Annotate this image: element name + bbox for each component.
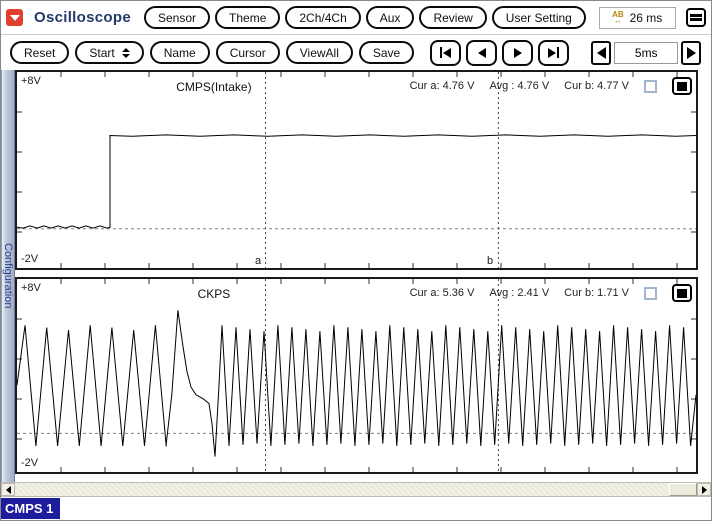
avg-readout: Avg : 4.76 V (489, 80, 550, 92)
header-toolbar: Oscilloscope Sensor Theme 2Ch/4Ch Aux Re… (1, 1, 711, 35)
user-setting-button[interactable]: User Setting (491, 6, 586, 29)
cmps-waveform-plot (17, 72, 696, 268)
ckps-waveform-plot (17, 279, 696, 472)
right-arrow-icon (686, 46, 696, 59)
black-square-icon (677, 288, 687, 298)
cursor-button[interactable]: Cursor (215, 41, 280, 64)
channel-plots: +8V -2V CMPS(Intake) Cur a: 4.76 V Avg :… (15, 70, 698, 482)
down-triangle-icon (9, 14, 20, 21)
left-arrow-icon (5, 485, 11, 494)
channel-readouts: Cur a: 5.36 V Avg : 2.41 V Cur b: 1.71 V (410, 284, 692, 302)
theme-button[interactable]: Theme (215, 6, 281, 29)
cursor-b-readout: Cur b: 4.77 V (564, 80, 629, 92)
scroll-left-button[interactable] (1, 483, 15, 496)
voltage-bottom-label: -2V (21, 457, 39, 469)
dataset-tab-cmps1[interactable]: CMPS 1 (1, 498, 61, 519)
cursor-a-readout: Cur a: 4.76 V (409, 80, 475, 92)
cursor-a-label[interactable]: a (255, 255, 261, 267)
step-back-button[interactable] (466, 39, 498, 66)
step-forward-button[interactable] (502, 39, 534, 66)
channel-readouts: Cur a: 4.76 V Avg : 4.76 V Cur b: 4.77 V (410, 77, 692, 95)
channel-active-button[interactable] (672, 77, 692, 95)
scrollbar-track[interactable] (15, 483, 697, 496)
channel-title: CKPS (197, 287, 231, 301)
cursor-b-readout: Cur b: 1.71 V (564, 287, 629, 299)
channel-checkbox[interactable] (644, 286, 657, 300)
channel-checkbox[interactable] (644, 79, 657, 93)
timebase-control: 5ms (591, 40, 702, 65)
skip-to-end-button[interactable] (538, 39, 570, 66)
timebase-increase-button[interactable] (681, 40, 702, 65)
sensor-button[interactable]: Sensor (143, 6, 211, 29)
playback-controls (430, 39, 570, 66)
horizontal-scrollbar (1, 482, 711, 497)
left-arrow-icon (596, 46, 606, 59)
ab-time-value: 26 ms (629, 10, 663, 25)
step-forward-icon (513, 47, 522, 58)
skip-to-end-icon (547, 47, 556, 58)
footer: CMPS 1 (1, 497, 711, 520)
step-back-icon (477, 47, 486, 58)
scope-channel-ckps: +8V -2V CKPS Cur a: 5.36 V Avg : 2.41 V … (15, 277, 698, 474)
app-title: Oscilloscope (34, 9, 131, 26)
skip-to-start-button[interactable] (430, 39, 462, 66)
channel-title: CMPS(Intake) (176, 80, 252, 94)
voltage-bottom-label: -2V (21, 253, 39, 265)
review-button[interactable]: Review (419, 6, 487, 29)
scope-channel-cmps: +8V -2V CMPS(Intake) Cur a: 4.76 V Avg :… (15, 70, 698, 270)
right-arrow-icon (701, 485, 707, 494)
viewall-button[interactable]: ViewAll (285, 41, 353, 64)
timebase-decrease-button[interactable] (591, 40, 612, 65)
ab-time-display: AB ↔ 26 ms (598, 6, 676, 29)
scroll-right-button[interactable] (697, 483, 711, 496)
start-stepper-icon (121, 47, 130, 58)
channel-mode-button[interactable]: 2Ch/4Ch (285, 6, 361, 29)
oscilloscope-window: Oscilloscope Sensor Theme 2Ch/4Ch Aux Re… (0, 0, 712, 521)
configuration-tab-label: Configuration (2, 243, 14, 309)
cursor-a-readout: Cur a: 5.36 V (409, 287, 475, 299)
voltage-top-label: +8V (21, 282, 41, 294)
timebase-value: 5ms (614, 41, 679, 64)
avg-readout: Avg : 2.41 V (489, 287, 550, 299)
hamburger-menu-icon[interactable] (685, 8, 706, 27)
black-square-icon (677, 81, 687, 91)
configuration-tab[interactable]: Configuration (1, 70, 15, 482)
save-button[interactable]: Save (358, 41, 415, 64)
skip-to-start-icon (443, 47, 452, 58)
control-toolbar: Reset Start Name Cursor ViewAll Save 5ms (1, 35, 711, 70)
aux-button[interactable]: Aux (365, 6, 415, 29)
reset-button[interactable]: Reset (10, 41, 70, 64)
ab-cursor-time-icon: AB ↔ (612, 9, 624, 25)
voltage-top-label: +8V (21, 75, 41, 87)
name-button[interactable]: Name (149, 41, 210, 64)
start-button[interactable]: Start (75, 41, 144, 64)
scrollbar-thumb[interactable] (669, 483, 697, 496)
channel-active-button[interactable] (672, 284, 692, 302)
scope-area: Configuration +8V -2V CMPS(Intake) Cur a… (1, 70, 711, 482)
red-dropdown-icon[interactable] (6, 9, 23, 26)
cursor-b-label[interactable]: b (487, 255, 493, 267)
